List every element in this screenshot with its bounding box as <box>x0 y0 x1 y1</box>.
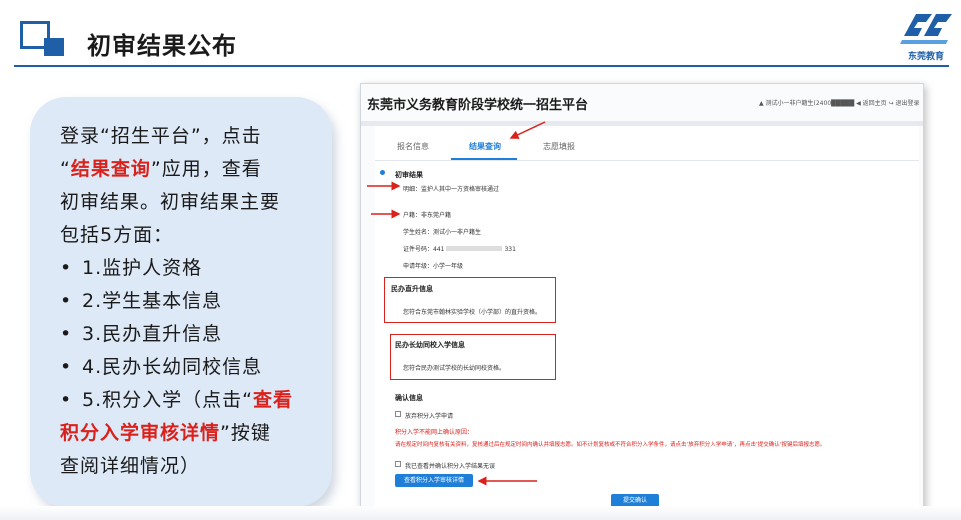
annotation-arrows <box>367 121 546 486</box>
bottom-shade <box>0 506 961 520</box>
text-line: “结果查询”应用，查看 <box>60 158 262 180</box>
title-logo-square-fill <box>44 38 64 56</box>
bullet-item: • 4.民办长幼同校信息 <box>60 356 263 378</box>
text-line: 积分入学审核详情”按键 <box>60 422 271 444</box>
bullet-item: • 3.民办直升信息 <box>60 323 223 345</box>
explanation-text: 登录“招生平台”，点击 “结果查询”应用，查看 初审结果。初审结果主要 包括5方… <box>60 120 322 483</box>
header-rule <box>14 65 949 67</box>
brand-text: 东莞教育 <box>907 52 944 62</box>
slide-title: 初审结果公布 <box>87 32 237 60</box>
text-line: 初审结果。初审结果主要 <box>60 191 281 213</box>
highlight-view: 查看 <box>252 389 293 411</box>
highlight-result-query: 结果查询 <box>70 158 151 180</box>
text-line: 查阅详细情况） <box>60 455 201 477</box>
highlight-points-detail: 积分入学审核详情 <box>60 422 221 444</box>
arrow-to-tab <box>509 121 546 139</box>
bullet-item: • 2.学生基本信息 <box>60 290 223 312</box>
text-line: 包括5方面： <box>60 224 174 246</box>
bullet-item: • 1.监护人资格 <box>60 257 203 279</box>
platform-screenshot: 东莞市义务教育阶段学校统一招生平台 ▲ 测试小一非户籍生(2400█████ ◀… <box>360 83 924 517</box>
text-line: 登录“招生平台”，点击 <box>60 125 262 147</box>
bullet-item: • 5.积分入学（点击“查看 <box>60 389 293 411</box>
